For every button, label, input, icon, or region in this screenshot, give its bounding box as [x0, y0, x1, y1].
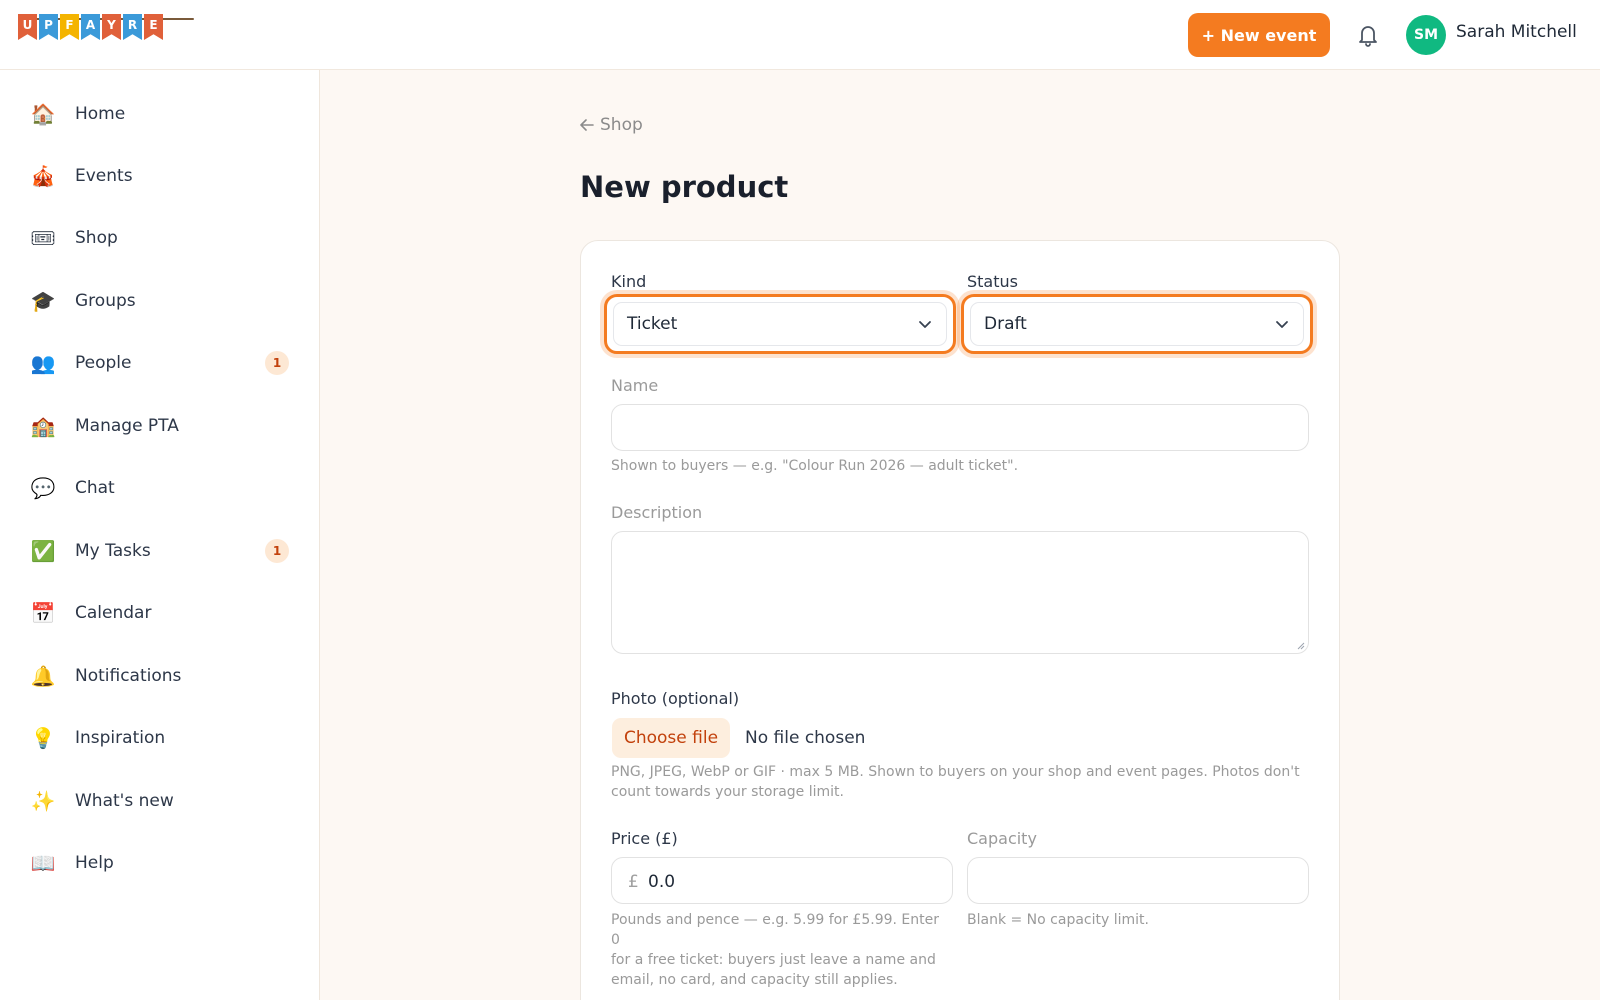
sidebar: 🏠 Home 🎪 Events 🎟 Shop 🎓 Groups 👥 People…: [0, 70, 320, 1000]
capacity-input[interactable]: [967, 857, 1309, 904]
kind-select[interactable]: Ticket: [604, 294, 956, 354]
page-title: New product: [580, 170, 789, 204]
logo-flag: R: [123, 14, 142, 40]
price-hint-line: email, no card, and capacity still appli…: [611, 972, 898, 988]
price-hint-line: Pounds and pence — e.g. 5.99 for £5.99. …: [611, 912, 939, 948]
name-hint: Shown to buyers — e.g. "Colour Run 2026 …: [611, 458, 1019, 474]
description-label: Description: [611, 503, 703, 522]
sidebar-item-notifications[interactable]: 🔔 Notifications: [0, 651, 319, 701]
photo-hint: PNG, JPEG, WebP or GIF · max 5 MB. Shown…: [611, 762, 1311, 802]
file-status: No file chosen: [745, 728, 866, 748]
sparkles-icon: ✨: [30, 789, 56, 813]
sidebar-item-label: Calendar: [75, 603, 152, 623]
sidebar-item-calendar[interactable]: 📅 Calendar: [0, 588, 319, 638]
chevron-down-icon: [1276, 321, 1288, 328]
app-logo[interactable]: U P F A Y R E: [18, 14, 194, 54]
kind-label: Kind: [611, 272, 647, 291]
logo-flag: U: [18, 14, 37, 40]
breadcrumb[interactable]: Shop: [580, 115, 643, 135]
house-icon: 🏠: [30, 102, 56, 126]
photo-hint-line: count towards your storage limit.: [611, 784, 844, 800]
count-badge: 1: [265, 539, 289, 563]
chevron-down-icon: [919, 321, 931, 328]
sidebar-item-label: Groups: [75, 291, 136, 311]
bell-icon: 🔔: [30, 664, 56, 688]
resize-handle-icon[interactable]: [1295, 640, 1305, 650]
sidebar-item-label: Home: [75, 104, 126, 124]
ticket-icon: 🎟: [30, 226, 56, 250]
sidebar-item-home[interactable]: 🏠 Home: [0, 89, 319, 139]
sidebar-item-events[interactable]: 🎪 Events: [0, 151, 319, 201]
choose-file-button[interactable]: Choose file: [612, 718, 730, 758]
user-name[interactable]: Sarah Mitchell: [1456, 22, 1577, 42]
check-mark-icon: ✅: [30, 539, 56, 563]
logo-flag: F: [60, 14, 79, 40]
graduation-cap-icon: 🎓: [30, 289, 56, 313]
status-label: Status: [967, 272, 1018, 291]
sidebar-item-label: Notifications: [75, 666, 182, 686]
capacity-label: Capacity: [967, 829, 1037, 848]
sidebar-item-people[interactable]: 👥 People 1: [0, 338, 319, 388]
price-label: Price (£): [611, 829, 678, 848]
description-textarea[interactable]: [611, 531, 1309, 654]
logo-flag: E: [144, 14, 163, 40]
kind-select-field[interactable]: Ticket: [613, 302, 947, 346]
sidebar-item-label: Shop: [75, 228, 118, 248]
sidebar-item-manage-pta[interactable]: 🏫 Manage PTA: [0, 401, 319, 451]
school-icon: 🏫: [30, 414, 56, 438]
light-bulb-icon: 💡: [30, 726, 56, 750]
sidebar-item-label: Help: [75, 853, 114, 873]
sidebar-item-label: Events: [75, 166, 133, 186]
sidebar-item-label: Chat: [75, 478, 115, 498]
status-selected-value: Draft: [984, 314, 1027, 334]
sidebar-item-shop[interactable]: 🎟 Shop: [0, 213, 319, 263]
sidebar-item-my-tasks[interactable]: ✅ My Tasks 1: [0, 526, 319, 576]
sidebar-item-label: Inspiration: [75, 728, 166, 748]
status-select-field[interactable]: Draft: [970, 302, 1304, 346]
bell-icon[interactable]: [1354, 20, 1382, 50]
sidebar-item-groups[interactable]: 🎓 Groups: [0, 276, 319, 326]
status-select[interactable]: Draft: [961, 294, 1313, 354]
price-hint-line: for a free ticket: buyers just leave a n…: [611, 952, 936, 968]
logo-flag: Y: [102, 14, 121, 40]
sidebar-item-inspiration[interactable]: 💡 Inspiration: [0, 713, 319, 763]
calendar-icon: 📅: [30, 601, 56, 625]
people-icon: 👥: [30, 351, 56, 375]
kind-selected-value: Ticket: [627, 314, 678, 334]
arrow-left-icon: [580, 119, 594, 131]
top-bar: U P F A Y R E + New event SM Sarah Mitch…: [0, 0, 1600, 70]
sidebar-item-label: What's new: [75, 791, 174, 811]
sidebar-item-label: People: [75, 353, 132, 373]
sidebar-item-help[interactable]: 📖 Help: [0, 838, 319, 888]
avatar[interactable]: SM: [1406, 15, 1446, 55]
price-hint: Pounds and pence — e.g. 5.99 for £5.99. …: [611, 910, 951, 990]
sidebar-item-chat[interactable]: 💬 Chat: [0, 463, 319, 513]
logo-flag: P: [39, 14, 58, 40]
price-value: 0.0: [648, 872, 676, 892]
speech-bubble-icon: 💬: [30, 476, 56, 500]
logo-flag: A: [81, 14, 100, 40]
sidebar-item-label: My Tasks: [75, 541, 151, 561]
currency-symbol: £: [628, 872, 639, 892]
photo-label: Photo (optional): [611, 689, 740, 708]
name-label: Name: [611, 376, 659, 395]
new-event-button[interactable]: + New event: [1188, 13, 1330, 57]
count-badge: 1: [265, 351, 289, 375]
name-input[interactable]: [611, 404, 1309, 451]
circus-tent-icon: 🎪: [30, 164, 56, 188]
photo-hint-line: PNG, JPEG, WebP or GIF · max 5 MB. Shown…: [611, 764, 1300, 780]
open-book-icon: 📖: [30, 851, 56, 875]
sidebar-item-whats-new[interactable]: ✨ What's new: [0, 776, 319, 826]
breadcrumb-label: Shop: [600, 115, 643, 135]
sidebar-item-label: Manage PTA: [75, 416, 179, 436]
capacity-hint: Blank = No capacity limit.: [967, 912, 1149, 928]
